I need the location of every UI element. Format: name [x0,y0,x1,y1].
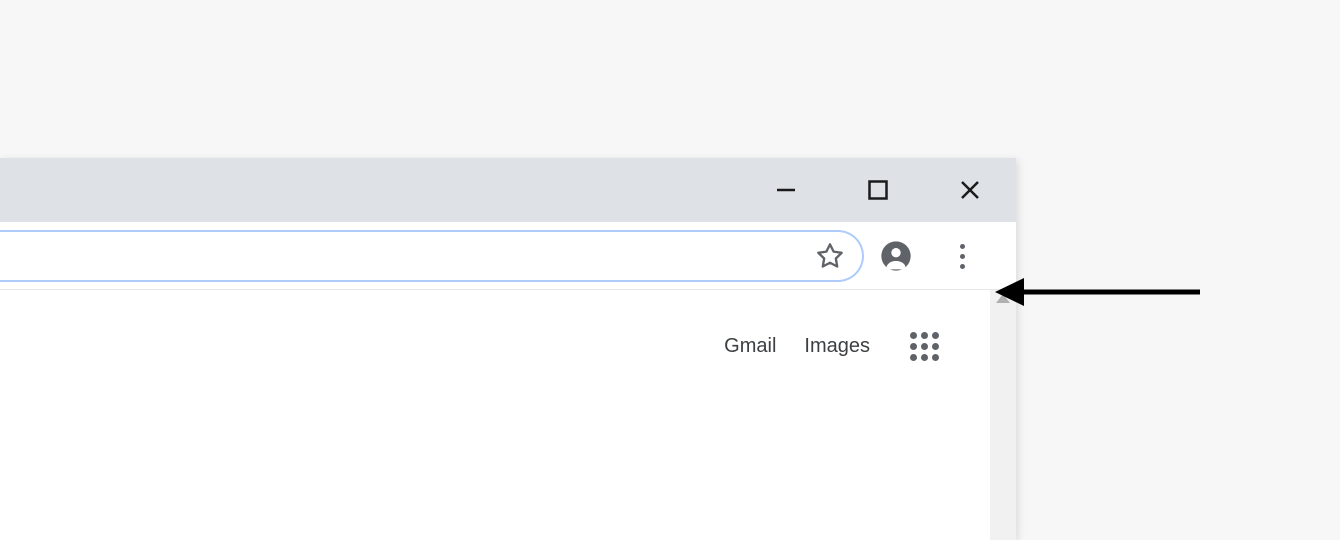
close-button[interactable] [924,158,1016,222]
window-controls [740,158,1016,222]
star-icon [816,242,844,270]
maximize-icon [867,179,889,201]
header-links: Gmail Images [724,328,942,364]
close-icon [959,179,981,201]
vertical-scrollbar[interactable] [990,290,1016,540]
more-vert-icon [960,244,965,269]
maximize-button[interactable] [832,158,924,222]
bookmark-button[interactable] [810,236,850,276]
person-icon [880,240,912,272]
images-link[interactable]: Images [804,335,870,358]
window-titlebar [0,158,1016,222]
profile-button[interactable] [872,232,920,280]
browser-toolbar [0,222,1016,290]
apps-grid-icon [910,332,939,361]
scroll-up-icon [996,294,1010,303]
gmail-link[interactable]: Gmail [724,335,776,358]
annotation-arrow-icon [990,272,1210,312]
minimize-icon [775,179,797,201]
content-area: Gmail Images [0,290,1016,540]
address-bar[interactable] [0,230,864,282]
browser-window: Gmail Images [0,158,1016,540]
minimize-button[interactable] [740,158,832,222]
page-content: Gmail Images [0,290,990,540]
chrome-menu-button[interactable] [938,232,986,280]
toolbar-right [864,222,1016,290]
google-apps-button[interactable] [906,328,942,364]
